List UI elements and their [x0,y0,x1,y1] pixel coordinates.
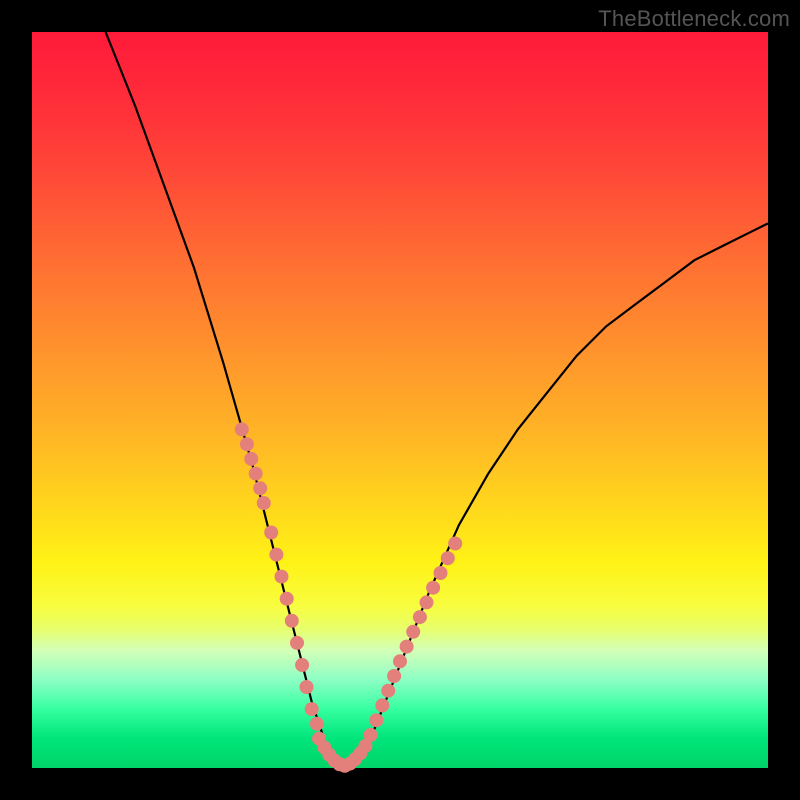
dot [275,570,289,584]
dot [375,698,389,712]
curve-svg [32,32,768,768]
dot [244,452,258,466]
dot [290,636,304,650]
dot [249,467,263,481]
dot [434,566,448,580]
dot [364,728,378,742]
dot [393,654,407,668]
bottleneck-curve [106,32,768,768]
dot [441,551,455,565]
chart-frame: TheBottleneck.com [0,0,800,800]
dot [381,684,395,698]
dot [305,702,319,716]
dot [240,437,254,451]
dot [295,658,309,672]
plot-area [32,32,768,768]
dot [235,422,249,436]
dot [420,595,434,609]
watermark-text: TheBottleneck.com [598,6,790,32]
dot [426,581,440,595]
dot [285,614,299,628]
dot [264,526,278,540]
dot [280,592,294,606]
dot [406,625,420,639]
dot [257,496,271,510]
dot [269,548,283,562]
dot [413,610,427,624]
dot [369,713,383,727]
dot [253,481,267,495]
dot [400,640,414,654]
data-dots [235,422,462,772]
dot [300,680,314,694]
dot [448,537,462,551]
dot [310,717,324,731]
dot [387,669,401,683]
